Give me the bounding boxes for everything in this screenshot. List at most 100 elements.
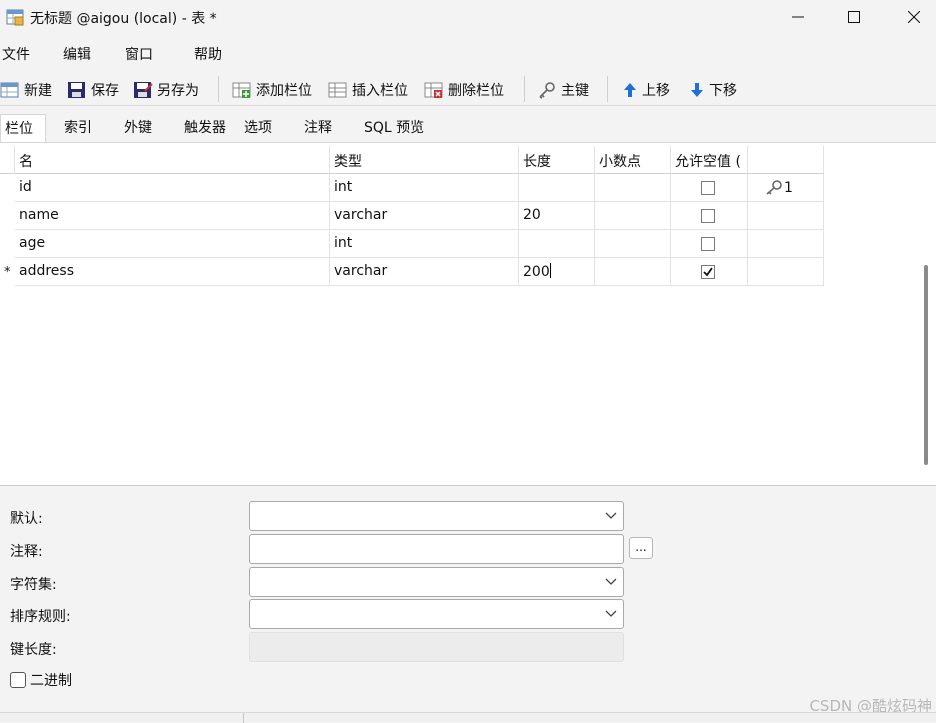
primary-key-button[interactable]: 主键: [537, 79, 589, 101]
column-key-cell[interactable]: 1: [748, 174, 824, 202]
menu-window[interactable]: 窗口: [125, 44, 153, 64]
minimize-icon: [792, 16, 804, 18]
move-up-label: 上移: [642, 83, 670, 99]
column-type-cell[interactable]: varchar: [330, 258, 519, 286]
table-row[interactable]: name varchar 20: [0, 202, 824, 230]
save-label: 保存: [91, 83, 119, 99]
close-button[interactable]: [884, 0, 936, 34]
nullable-checkbox-checked[interactable]: [701, 265, 715, 279]
move-up-button[interactable]: 上移: [622, 79, 670, 101]
toolbar-divider: [218, 76, 219, 102]
tab-sql-preview[interactable]: SQL 预览: [364, 114, 424, 142]
chevron-down-icon: [605, 610, 617, 617]
arrow-up-icon: [624, 83, 636, 97]
column-length-cell[interactable]: [519, 174, 595, 202]
grid-header: 名 类型 长度 小数点 允许空值 (: [0, 146, 824, 174]
column-name-cell[interactable]: address: [15, 258, 330, 286]
nullable-checkbox[interactable]: [701, 181, 715, 195]
comment-ellipsis-button[interactable]: ...: [629, 537, 653, 559]
column-decimals-cell[interactable]: [595, 258, 671, 286]
tab-columns[interactable]: 栏位: [0, 114, 46, 142]
new-button[interactable]: 新建: [0, 79, 52, 101]
primary-key-label: 主键: [561, 83, 589, 99]
maximize-button[interactable]: [824, 0, 884, 34]
row-marker: *: [4, 265, 11, 280]
tab-comment[interactable]: 注释: [304, 114, 332, 142]
table-row[interactable]: * address varchar 200: [0, 258, 824, 286]
header-decimals[interactable]: 小数点: [595, 146, 671, 174]
table-row[interactable]: id int 1: [0, 174, 824, 202]
column-key-cell[interactable]: [748, 202, 824, 230]
tab-foreign-keys[interactable]: 外键: [124, 114, 152, 142]
save-button[interactable]: 保存: [67, 79, 119, 101]
header-length[interactable]: 长度: [519, 146, 595, 174]
column-length-cell[interactable]: [519, 230, 595, 258]
key-length-input: [249, 632, 624, 662]
add-column-icon: [232, 82, 251, 98]
maximize-icon: [848, 11, 860, 23]
toolbar: 新建 保存 另存为 添加栏位 插入栏位 删除栏位 主键 上移 下移: [0, 70, 936, 106]
new-table-icon: [0, 82, 19, 98]
charset-select[interactable]: [249, 567, 624, 597]
binary-checkbox[interactable]: [10, 672, 26, 688]
move-down-label: 下移: [709, 83, 737, 99]
add-column-label: 添加栏位: [256, 83, 312, 99]
menu-edit[interactable]: 编辑: [63, 44, 91, 64]
key-length-label: 键长度:: [10, 642, 57, 658]
tab-options[interactable]: 选项: [244, 114, 272, 142]
comment-label: 注释:: [10, 544, 43, 560]
column-key-cell[interactable]: [748, 258, 824, 286]
comment-input[interactable]: [249, 534, 624, 564]
header-nullable[interactable]: 允许空值 (: [671, 146, 748, 174]
toolbar-divider: [524, 76, 525, 102]
vertical-scrollbar[interactable]: [924, 265, 928, 465]
save-as-button[interactable]: 另存为: [133, 79, 199, 101]
nullable-checkbox[interactable]: [701, 237, 715, 251]
key-icon: [539, 82, 555, 99]
menu-help[interactable]: 帮助: [194, 44, 222, 64]
column-decimals-cell[interactable]: [595, 230, 671, 258]
window-title: 无标题 @aigou (local) - 表 *: [30, 11, 217, 27]
delete-column-icon: [424, 82, 443, 98]
new-label: 新建: [24, 83, 52, 99]
header-type[interactable]: 类型: [330, 146, 519, 174]
collation-label: 排序规则:: [10, 609, 71, 625]
nullable-checkbox[interactable]: [701, 209, 715, 223]
column-length-cell[interactable]: 200: [519, 258, 595, 286]
tab-triggers[interactable]: 触发器: [184, 114, 226, 142]
insert-column-button[interactable]: 插入栏位: [328, 79, 408, 101]
save-icon: [68, 82, 85, 98]
key-order: 1: [784, 180, 793, 196]
default-select[interactable]: [249, 501, 624, 531]
move-down-button[interactable]: 下移: [689, 79, 737, 101]
column-name-cell[interactable]: id: [15, 174, 330, 202]
binary-label: 二进制: [30, 673, 72, 689]
column-name-cell[interactable]: age: [15, 230, 330, 258]
length-value: 200: [523, 264, 550, 280]
app-table-icon: [6, 9, 24, 26]
column-key-cell[interactable]: [748, 230, 824, 258]
table-row[interactable]: age int: [0, 230, 824, 258]
menu-file[interactable]: 文件: [2, 44, 30, 64]
primary-key-icon: [766, 180, 782, 195]
header-key: [748, 146, 824, 174]
column-decimals-cell[interactable]: [595, 174, 671, 202]
chevron-down-icon: [605, 578, 617, 585]
save-as-label: 另存为: [157, 83, 199, 99]
column-type-cell[interactable]: int: [330, 230, 519, 258]
column-type-cell[interactable]: int: [330, 174, 519, 202]
column-decimals-cell[interactable]: [595, 202, 671, 230]
tab-bar: 栏位 索引 外键 触发器 选项 注释 SQL 预览: [0, 108, 936, 142]
tab-indexes[interactable]: 索引: [64, 114, 92, 142]
default-label: 默认:: [10, 511, 43, 527]
collation-select[interactable]: [249, 599, 624, 629]
column-type-cell[interactable]: varchar: [330, 202, 519, 230]
header-name[interactable]: 名: [15, 146, 330, 174]
column-name-cell[interactable]: name: [15, 202, 330, 230]
add-column-button[interactable]: 添加栏位: [232, 79, 312, 101]
minimize-button[interactable]: [768, 0, 828, 34]
charset-label: 字符集:: [10, 577, 57, 593]
column-length-cell[interactable]: 20: [519, 202, 595, 230]
delete-column-button[interactable]: 删除栏位: [424, 79, 504, 101]
menu-bar: 文件 编辑 窗口 帮助: [0, 38, 936, 66]
